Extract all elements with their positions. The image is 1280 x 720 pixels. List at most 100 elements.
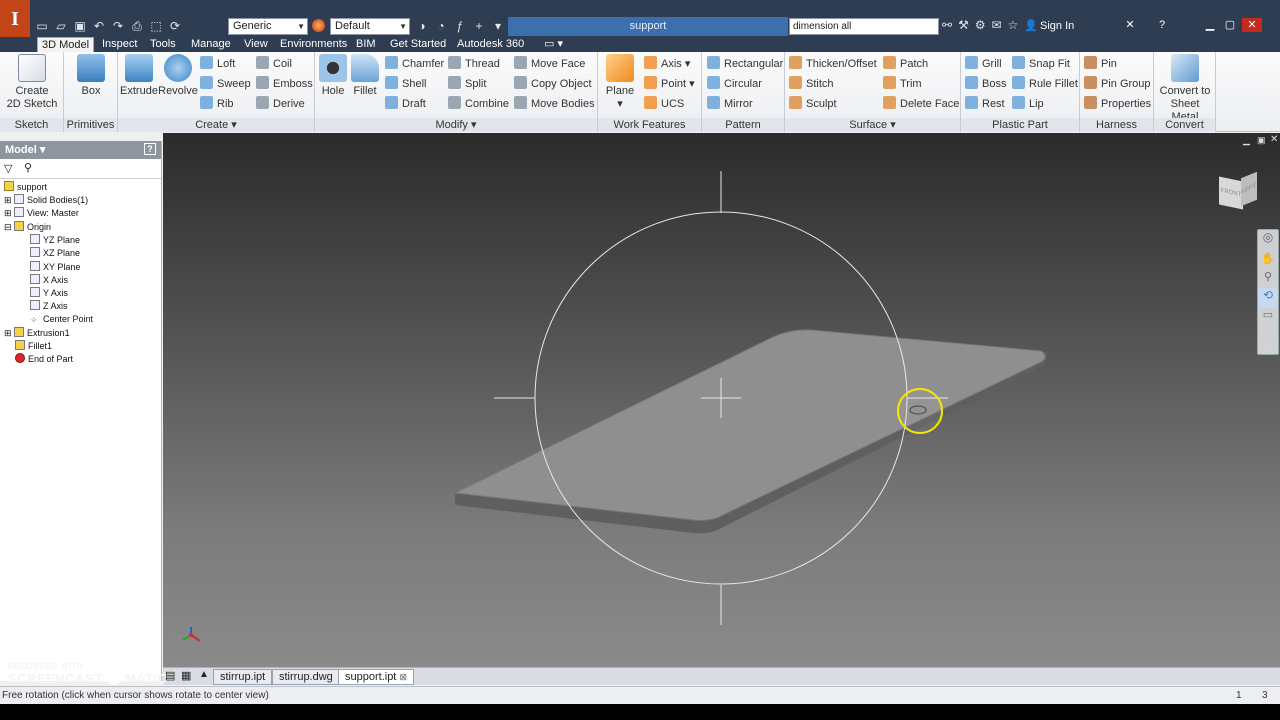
- save-icon[interactable]: ▣: [72, 18, 88, 34]
- open-icon[interactable]: ▱: [53, 18, 69, 34]
- tree-item-extrusion[interactable]: ⊞ Extrusion1: [4, 327, 70, 340]
- patch-button[interactable]: Patch: [883, 56, 928, 72]
- sign-in-link[interactable]: Sign In: [1040, 20, 1074, 32]
- open-documents-icon[interactable]: ▲: [199, 669, 209, 680]
- tree-item-end-of-part[interactable]: End of Part: [4, 353, 73, 366]
- tab-overflow-icon[interactable]: ▭ ▾: [540, 37, 567, 52]
- box-button[interactable]: Box: [74, 54, 108, 98]
- graphics-viewport[interactable]: FRONT LEFT ▁ ▣ ✕ ◎ ✋ ⚲ ⟲ ▭: [163, 133, 1280, 667]
- wrench-icon[interactable]: ⚒: [958, 18, 969, 32]
- doc-tab-stirrup-ipt[interactable]: stirrup.ipt: [213, 669, 273, 685]
- new-icon[interactable]: ▭: [34, 18, 50, 34]
- doc-tab-stirrup-dwg[interactable]: stirrup.dwg: [272, 669, 340, 685]
- close-icon[interactable]: ⊠: [399, 672, 407, 682]
- sculpt-button[interactable]: Sculpt: [789, 96, 837, 112]
- tab-manage[interactable]: Manage: [187, 37, 235, 52]
- panel-label[interactable]: Create ▾: [118, 118, 314, 132]
- rest-button[interactable]: Rest: [965, 96, 1005, 112]
- ucs-button[interactable]: UCS: [644, 96, 684, 112]
- shell-button[interactable]: Shell: [385, 76, 426, 92]
- emboss-button[interactable]: Emboss: [256, 76, 313, 92]
- convert-sheet-metal-button[interactable]: Convert to Sheet Metal: [1156, 54, 1214, 124]
- boss-button[interactable]: Boss: [965, 76, 1006, 92]
- lip-button[interactable]: Lip: [1012, 96, 1044, 112]
- viewport-minimize-icon[interactable]: ▁: [1243, 135, 1250, 146]
- move-bodies-button[interactable]: Move Bodies: [514, 96, 595, 112]
- tree-item-origin[interactable]: ⊟ Origin: [4, 221, 51, 234]
- tree-item-yz-plane[interactable]: YZ Plane: [30, 234, 80, 247]
- clear-override-icon[interactable]: ◑: [414, 18, 430, 34]
- fx-icon[interactable]: ƒ: [452, 18, 468, 34]
- derive-button[interactable]: Derive: [256, 96, 305, 112]
- tree-item-z-axis[interactable]: Z Axis: [30, 300, 68, 313]
- redo-icon[interactable]: ↷: [110, 18, 126, 34]
- point-button[interactable]: Point ▾: [644, 76, 695, 92]
- tab-get-started[interactable]: Get Started: [386, 37, 450, 52]
- move-face-button[interactable]: Move Face: [514, 56, 585, 72]
- steering-wheel-icon[interactable]: ◎: [1258, 230, 1278, 252]
- circular-pattern-button[interactable]: Circular: [707, 76, 762, 92]
- thicken-offset-button[interactable]: Thicken/Offset: [789, 56, 877, 72]
- tree-item-view[interactable]: ⊞ View: Master: [4, 207, 79, 220]
- panel-label[interactable]: Modify ▾: [315, 118, 597, 132]
- hole-button[interactable]: Hole: [317, 54, 349, 98]
- cascade-windows-icon[interactable]: ▦: [181, 669, 191, 682]
- viewcube-left[interactable]: LEFT: [1241, 171, 1257, 207]
- zoom-icon[interactable]: ⚲: [1258, 270, 1278, 288]
- orbit-icon[interactable]: ⟲: [1258, 288, 1278, 308]
- viewport-restore-icon[interactable]: ▣: [1257, 135, 1266, 146]
- find-icon[interactable]: ⚲: [24, 161, 32, 174]
- maximize-icon[interactable]: ▢: [1220, 18, 1240, 32]
- split-button[interactable]: Split: [448, 76, 486, 92]
- trim-button[interactable]: Trim: [883, 76, 922, 92]
- combine-button[interactable]: Combine: [448, 96, 509, 112]
- viewport-close-icon[interactable]: ✕: [1270, 134, 1278, 145]
- select-icon[interactable]: ⬚: [148, 18, 164, 34]
- copy-object-button[interactable]: Copy Object: [514, 76, 592, 92]
- pin-button[interactable]: Pin: [1084, 56, 1117, 72]
- thread-button[interactable]: Thread: [448, 56, 500, 72]
- print-icon[interactable]: ⎙: [129, 18, 145, 34]
- material-combo[interactable]: Generic ▼: [228, 18, 308, 35]
- tree-item-xz-plane[interactable]: XZ Plane: [30, 247, 80, 260]
- close-icon[interactable]: ✕: [1242, 18, 1262, 32]
- tools-icon[interactable]: ⚙: [975, 18, 986, 32]
- tree-item-y-axis[interactable]: Y Axis: [30, 287, 68, 300]
- favorites-icon[interactable]: ☆: [1008, 18, 1019, 32]
- undo-icon[interactable]: ↶: [91, 18, 107, 34]
- tree-item-part[interactable]: support: [4, 181, 47, 194]
- rib-button[interactable]: Rib: [200, 96, 234, 112]
- tab-tools[interactable]: Tools: [146, 37, 180, 52]
- rule-fillet-button[interactable]: Rule Fillet: [1012, 76, 1078, 92]
- grill-button[interactable]: Grill: [965, 56, 1002, 72]
- customize-icon[interactable]: ▾: [490, 18, 506, 34]
- help-icon[interactable]: ?: [144, 143, 156, 155]
- delete-face-button[interactable]: Delete Face: [883, 96, 959, 112]
- tree-item-center-point[interactable]: ✧ Center Point: [30, 313, 93, 326]
- plus-icon[interactable]: +: [471, 18, 487, 34]
- tab-environments[interactable]: Environments: [276, 37, 351, 52]
- minimize-icon[interactable]: ▁: [1200, 18, 1220, 32]
- tree-item-xy-plane[interactable]: XY Plane: [30, 261, 80, 274]
- draft-button[interactable]: Draft: [385, 96, 426, 112]
- viewcube-front[interactable]: FRONT: [1219, 176, 1243, 210]
- tab-view[interactable]: View: [240, 37, 272, 52]
- loft-button[interactable]: Loft: [200, 56, 235, 72]
- comm-center-icon[interactable]: ✉: [992, 18, 1002, 32]
- appearance-combo[interactable]: Default ▼: [330, 18, 410, 35]
- update-icon[interactable]: ⟳: [167, 18, 183, 34]
- plane-button[interactable]: Plane ▾: [602, 54, 638, 111]
- tree-item-solid-bodies[interactable]: ⊞ Solid Bodies(1): [4, 194, 88, 207]
- pin-group-button[interactable]: Pin Group: [1084, 76, 1151, 92]
- exchange-icon[interactable]: ✕: [1120, 18, 1140, 32]
- adjust-icon[interactable]: ◔: [433, 18, 449, 34]
- stitch-button[interactable]: Stitch: [789, 76, 834, 92]
- browser-header[interactable]: Model ▾ ?: [0, 141, 161, 159]
- chamfer-button[interactable]: Chamfer: [385, 56, 444, 72]
- snap-fit-button[interactable]: Snap Fit: [1012, 56, 1070, 72]
- panel-label[interactable]: Surface ▾: [785, 118, 960, 132]
- viewcube[interactable]: FRONT LEFT: [1215, 171, 1259, 213]
- filter-icon[interactable]: ▽: [4, 162, 12, 175]
- tree-item-fillet[interactable]: Fillet1: [4, 340, 52, 353]
- properties-button[interactable]: Properties: [1084, 96, 1151, 112]
